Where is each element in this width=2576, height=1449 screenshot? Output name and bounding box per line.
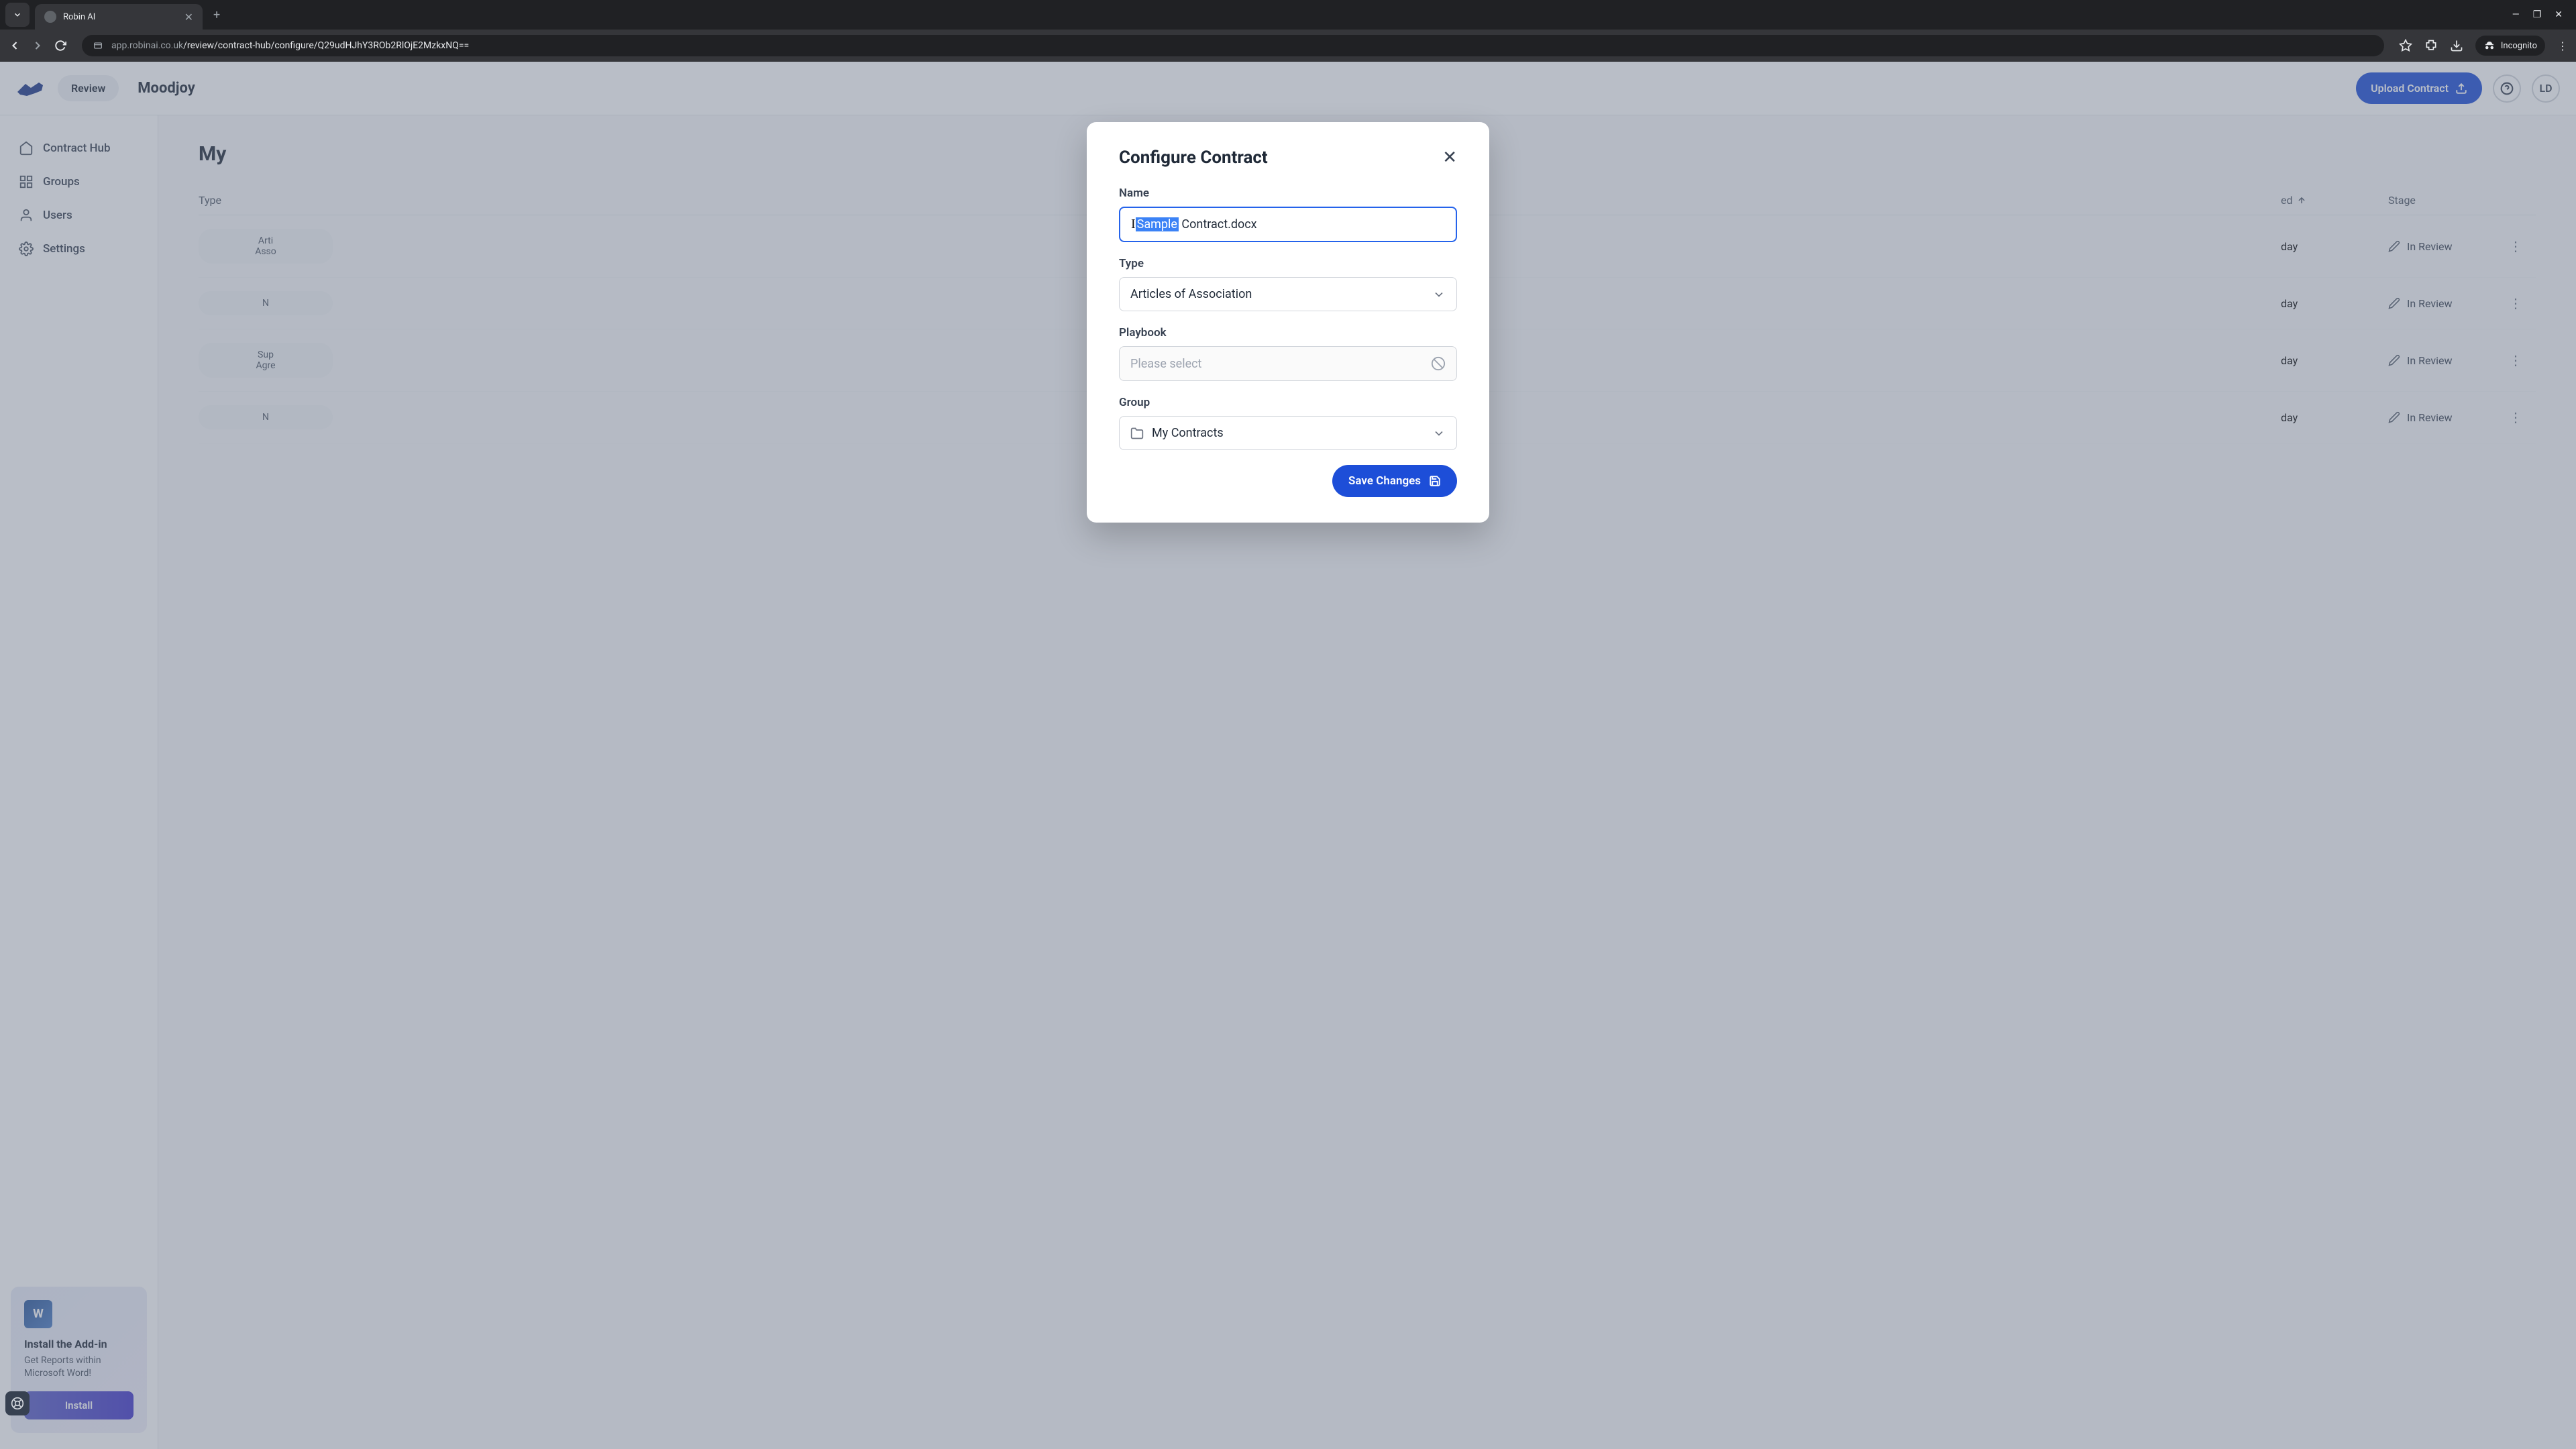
browser-menu-icon[interactable]: ⋮: [2557, 40, 2568, 52]
playbook-label: Playbook: [1119, 326, 1457, 339]
configure-contract-modal: Configure Contract ✕ Name ISample Contra…: [1087, 122, 1489, 523]
chevron-down-icon: [1432, 427, 1446, 440]
bookmark-icon[interactable]: [2399, 39, 2412, 52]
help-fab[interactable]: [5, 1391, 30, 1415]
reload-button[interactable]: [54, 39, 67, 52]
type-label: Type: [1119, 257, 1457, 270]
new-tab-button[interactable]: +: [208, 3, 225, 28]
forward-button[interactable]: [31, 39, 44, 52]
nav-bar: app.robinai.co.uk/review/contract-hub/co…: [0, 30, 2576, 62]
save-icon: [1429, 475, 1441, 487]
window-controls: — ❐ ✕: [2512, 9, 2571, 20]
minimize-button[interactable]: —: [2512, 9, 2520, 20]
tab-title: Robin AI: [63, 12, 178, 22]
chevron-down-icon: [1432, 288, 1446, 301]
incognito-icon: [2483, 40, 2496, 52]
url-text: app.robinai.co.uk/review/contract-hub/co…: [111, 40, 469, 51]
modal-title: Configure Contract: [1119, 148, 1268, 168]
name-label: Name: [1119, 186, 1457, 200]
modal-overlay[interactable]: Configure Contract ✕ Name ISample Contra…: [0, 62, 2576, 1449]
browser-tab[interactable]: Robin AI ✕: [35, 4, 203, 30]
close-window-button[interactable]: ✕: [2555, 9, 2563, 20]
modal-close-button[interactable]: ✕: [1442, 148, 1457, 168]
type-select[interactable]: Articles of Association: [1119, 277, 1457, 311]
maximize-button[interactable]: ❐: [2533, 9, 2542, 20]
site-info-icon[interactable]: [93, 40, 103, 51]
downloads-icon[interactable]: [2450, 39, 2463, 52]
tab-favicon: [44, 11, 56, 23]
playbook-select[interactable]: Please select: [1119, 346, 1457, 381]
disabled-icon: [1431, 356, 1446, 371]
tab-search-button[interactable]: [5, 3, 30, 27]
name-input[interactable]: ISample Contract.docx: [1119, 207, 1457, 242]
group-label: Group: [1119, 396, 1457, 409]
tab-bar: Robin AI ✕ + — ❐ ✕: [0, 0, 2576, 30]
incognito-badge[interactable]: Incognito: [2475, 36, 2545, 56]
folder-icon: [1130, 427, 1144, 440]
save-changes-button[interactable]: Save Changes: [1332, 465, 1457, 497]
back-button[interactable]: [8, 39, 21, 52]
address-bar[interactable]: app.robinai.co.uk/review/contract-hub/co…: [82, 35, 2384, 56]
group-select[interactable]: My Contracts: [1119, 416, 1457, 450]
tab-close-icon[interactable]: ✕: [184, 11, 193, 23]
extensions-icon[interactable]: [2424, 39, 2438, 52]
lifebuoy-icon: [11, 1397, 24, 1410]
